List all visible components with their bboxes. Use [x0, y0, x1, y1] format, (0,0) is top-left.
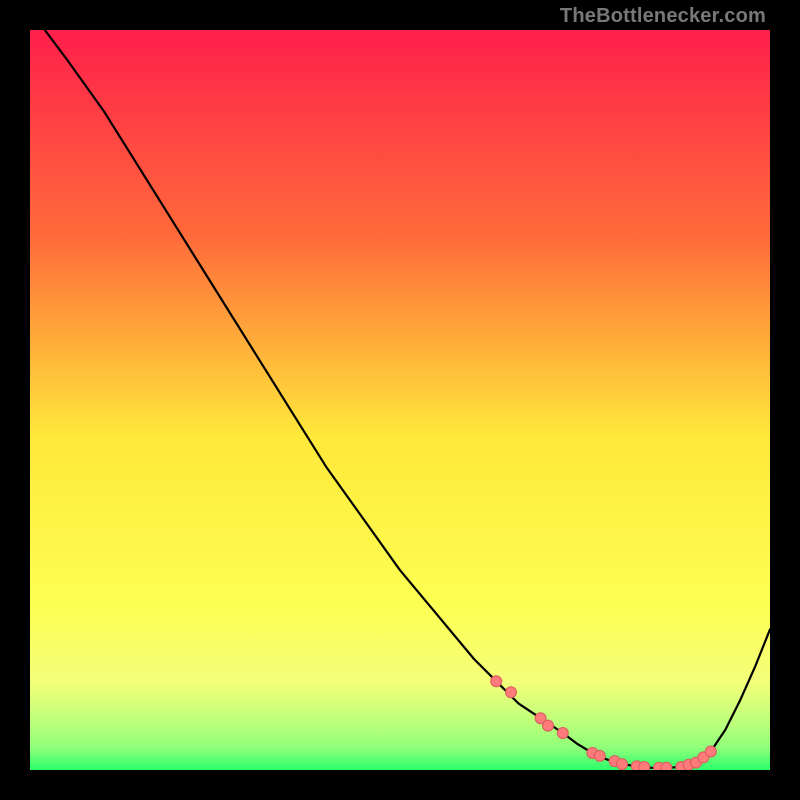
marker-point — [639, 762, 650, 771]
marker-point — [705, 746, 716, 757]
marker-point — [506, 687, 517, 698]
marker-point — [543, 720, 554, 731]
bottleneck-curve — [45, 30, 770, 768]
marker-point — [594, 750, 605, 761]
chart-svg — [30, 30, 770, 770]
marker-group — [491, 676, 717, 770]
marker-point — [557, 728, 568, 739]
watermark-text: TheBottlenecker.com — [560, 5, 766, 28]
plot-area — [30, 30, 770, 770]
marker-point — [661, 762, 672, 770]
chart-frame: TheBottlenecker.com — [0, 0, 800, 800]
marker-point — [491, 676, 502, 687]
marker-point — [617, 759, 628, 770]
